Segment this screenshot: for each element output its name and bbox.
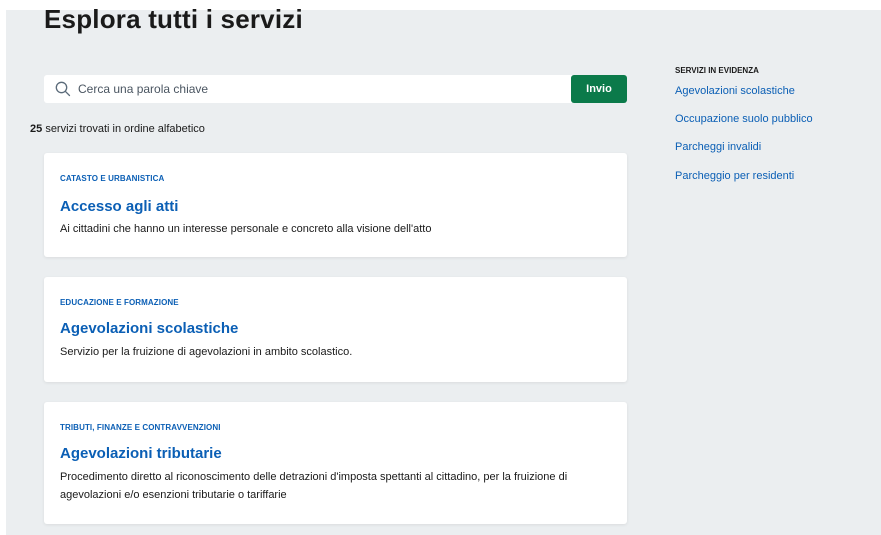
search-input[interactable] (78, 79, 558, 99)
page-title: Esplora tutti i servizi (44, 4, 303, 34)
service-description: Servizio per la fruizione di agevolazion… (60, 346, 353, 358)
service-category: EDUCAZIONE E FORMAZIONE (60, 298, 179, 307)
search-button[interactable]: Invio (571, 75, 627, 103)
featured-link-parcheggi-invalidi[interactable]: Parcheggi invalidi (675, 141, 761, 153)
featured-link-occupazione-suolo-pubblico[interactable]: Occupazione suolo pubblico (675, 113, 813, 125)
service-title-link[interactable]: Agevolazioni scolastiche (60, 320, 238, 337)
service-category: CATASTO E URBANISTICA (60, 174, 165, 183)
service-card-agevolazioni-tributarie: TRIBUTI, FINANZE E CONTRAVVENZIONI Agevo… (44, 402, 627, 524)
results-summary: servizi trovati in ordine alfabetico (45, 123, 205, 135)
service-card-agevolazioni-scolastiche: EDUCAZIONE E FORMAZIONE Agevolazioni sco… (44, 277, 627, 382)
service-card-accesso-agli-atti: CATASTO E URBANISTICA Accesso agli atti … (44, 153, 627, 257)
service-description: Procedimento diretto al riconoscimento d… (60, 471, 568, 501)
results-number: 25 (30, 123, 43, 135)
results-count: 25 servizi trovati in ordine alfabetico (30, 123, 205, 135)
service-description: Ai cittadini che hanno un interesse pers… (60, 223, 432, 235)
service-category: TRIBUTI, FINANZE E CONTRAVVENZIONI (60, 423, 221, 432)
search-icon (54, 80, 72, 98)
service-title-link[interactable]: Agevolazioni tributarie (60, 445, 222, 462)
featured-link-parcheggio-per-residenti[interactable]: Parcheggio per residenti (675, 170, 794, 182)
service-title-link[interactable]: Accesso agli atti (60, 198, 178, 215)
featured-link-agevolazioni-scolastiche[interactable]: Agevolazioni scolastiche (675, 85, 795, 97)
search-bar: Invio (44, 75, 627, 103)
main-content: Esplora tutti i servizi Invio 25 servizi… (6, 4, 881, 535)
featured-services-title: SERVIZI IN EVIDENZA (675, 66, 759, 75)
